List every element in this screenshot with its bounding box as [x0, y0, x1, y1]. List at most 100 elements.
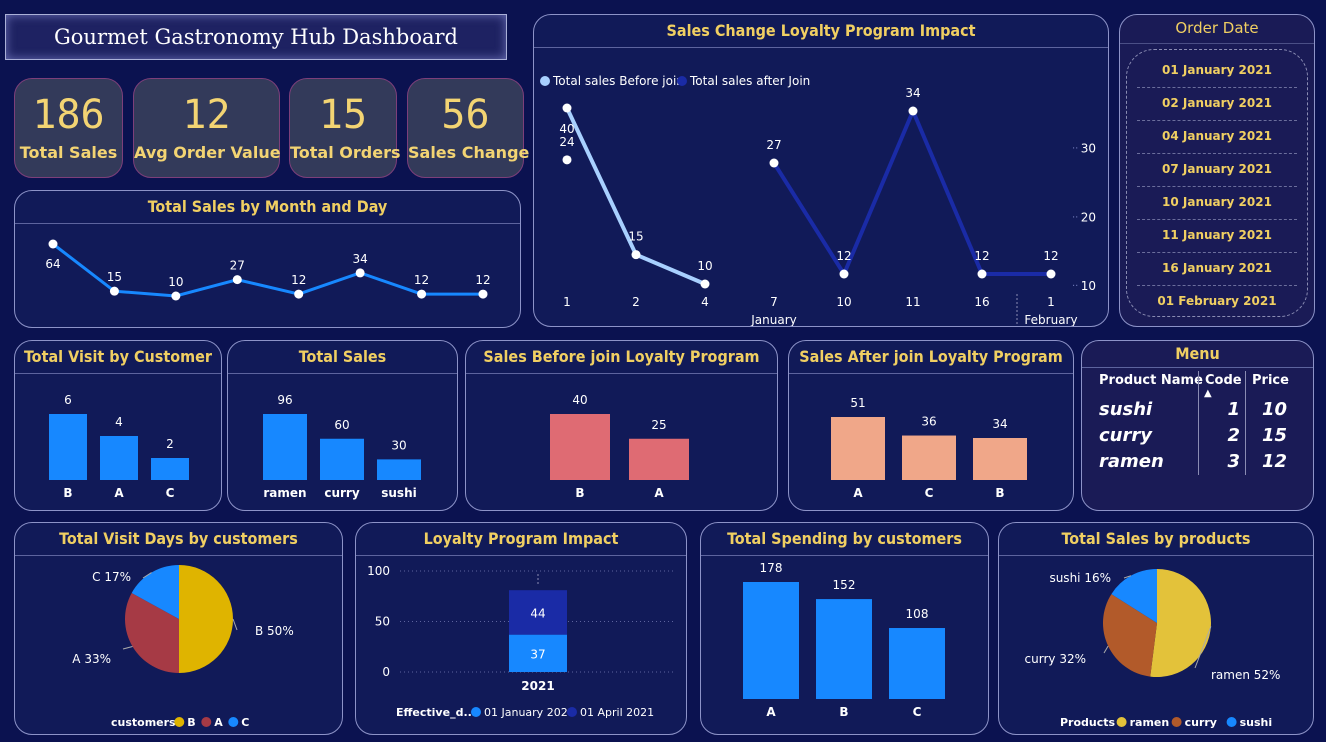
- data-point: [48, 239, 58, 249]
- menu-header-price[interactable]: Price: [1252, 373, 1289, 388]
- panel-spending: Total Spending by customers 178 A 152 B 108 C: [700, 522, 989, 735]
- x-tick-label: 11: [905, 295, 920, 309]
- chart-title: Total Visit by Customer: [15, 341, 221, 374]
- date-option[interactable]: 01 January 2021: [1137, 54, 1297, 88]
- x-group-label: January: [750, 313, 797, 326]
- slice-label: curry 32%: [1025, 652, 1086, 666]
- chart-title: Total Sales by Month and Day: [15, 191, 520, 224]
- x-tick-label: 1: [563, 295, 571, 309]
- kpi-label: Total Orders: [290, 143, 401, 162]
- menu-header-code[interactable]: Code: [1205, 373, 1242, 388]
- data-label: 27: [766, 138, 781, 152]
- legend-marker: [471, 707, 481, 717]
- chart-title: Sales Change Loyalty Program Impact: [534, 15, 1108, 48]
- menu-product-price: 10: [1261, 399, 1287, 420]
- loyalty-impact-stacked-bar-chart: 0 50 100 37 44 2021 Effective_d... 01 January 2…: [367, 564, 676, 719]
- data-point: [355, 268, 365, 278]
- legend-title: customers: [111, 716, 176, 729]
- dashboard-title: Gourmet Gastronomy Hub Dashboard: [5, 14, 507, 60]
- chart-title: Total Visit Days by customers: [15, 523, 342, 556]
- data-label: 178: [760, 561, 783, 575]
- data-label: 27: [230, 259, 245, 273]
- data-label: 10: [697, 259, 712, 273]
- menu-product-name: curry: [1099, 425, 1152, 446]
- date-option[interactable]: 02 January 2021: [1137, 87, 1297, 121]
- date-option[interactable]: 11 January 2021: [1137, 219, 1297, 253]
- x-tick-label: C: [925, 486, 934, 500]
- data-label: 64: [45, 257, 60, 271]
- grid-dots: ··: [1072, 144, 1078, 155]
- data-label: 108: [906, 607, 929, 621]
- slice-label: C 17%: [92, 570, 131, 584]
- kpi-value: 15: [318, 92, 368, 138]
- slicer-title: Order Date: [1120, 19, 1314, 44]
- bar: [973, 438, 1027, 480]
- kpi-sales-change: 56 Sales Change: [407, 78, 529, 178]
- x-group-label: February: [1024, 313, 1077, 326]
- data-point: [562, 155, 572, 165]
- date-list: 01 January 2021 02 January 2021 04 January…: [1126, 49, 1308, 317]
- kpi-total-sales: 186 Total Sales: [14, 78, 123, 178]
- date-option[interactable]: 10 January 2021: [1137, 186, 1297, 220]
- column-divider: [1198, 371, 1199, 475]
- y-tick-label: 0: [382, 665, 390, 679]
- slice-label: ramen 52%: [1211, 668, 1280, 682]
- data-point: [839, 269, 849, 279]
- data-label: 12: [836, 249, 851, 263]
- x-tick-label: curry: [324, 486, 359, 500]
- data-label: 40: [572, 393, 587, 407]
- data-label: 2: [166, 437, 174, 451]
- data-label: 37: [530, 647, 545, 661]
- date-option[interactable]: 01 February 2021: [1137, 285, 1297, 318]
- y-tick-label: 50: [375, 615, 390, 629]
- menu-title: Menu: [1082, 341, 1313, 368]
- date-option[interactable]: 16 January 2021: [1137, 252, 1297, 286]
- x-tick-label: ramen: [263, 486, 306, 500]
- chart-title: Total Sales by products: [999, 523, 1313, 556]
- chart-title: Sales Before join Loyalty Program: [466, 341, 777, 374]
- x-tick-label: 4: [701, 295, 709, 309]
- bar: [743, 582, 799, 699]
- x-tick-label: B: [839, 705, 848, 719]
- bar: [49, 414, 87, 480]
- grid-dots: ··: [1072, 281, 1078, 292]
- leader-line: [1103, 645, 1109, 654]
- data-label: 25: [651, 418, 666, 432]
- chart-title: Sales After join Loyalty Program: [789, 341, 1073, 374]
- legend-label: sushi: [1240, 716, 1273, 729]
- x-tick-label: B: [995, 486, 1004, 500]
- x-tick-label: 16: [974, 295, 989, 309]
- panel-after-join: Sales After join Loyalty Program 51 A 36 C 3…: [788, 340, 1074, 511]
- data-point: [769, 158, 779, 168]
- legend-marker: [540, 76, 550, 86]
- legend-label: curry: [1185, 716, 1217, 729]
- menu-product-price: 15: [1261, 425, 1287, 446]
- kpi-total-orders: 15 Total Orders: [289, 78, 401, 178]
- data-label: 24: [559, 135, 574, 149]
- data-label: 12: [1043, 249, 1058, 263]
- menu-header-product[interactable]: Product Name: [1099, 373, 1203, 388]
- bar: [629, 438, 689, 480]
- kpi-value: 12: [182, 92, 231, 138]
- kpi-label: Avg Order Value: [134, 143, 281, 162]
- data-label: 30: [391, 438, 406, 452]
- column-divider: [1245, 371, 1246, 475]
- visit-days-pie-chart: B 50% A 33% C 17% customers B A C: [72, 565, 294, 729]
- legend-title: Effective_d...: [396, 706, 476, 719]
- data-label: 60: [334, 418, 349, 432]
- leader-line: [232, 618, 238, 631]
- date-option[interactable]: 07 January 2021: [1137, 153, 1297, 187]
- panel-loyalty-line: Sales Change Loyalty Program Impact Tota…: [533, 14, 1109, 327]
- legend-label: A: [214, 716, 223, 729]
- kpi-label: Total Sales: [19, 143, 118, 162]
- menu-product-name: ramen: [1099, 451, 1164, 472]
- loyalty-line-chart: Total sales Before join Total sales after…: [540, 74, 1096, 326]
- kpi-value: 186: [32, 92, 105, 138]
- bar: [816, 599, 872, 699]
- data-point: [417, 289, 427, 299]
- legend-label: B: [187, 716, 195, 729]
- date-option[interactable]: 04 January 2021: [1137, 120, 1297, 154]
- data-point: [478, 289, 488, 299]
- legend-label: Total sales after Join: [689, 74, 810, 88]
- data-label: 4: [115, 415, 123, 429]
